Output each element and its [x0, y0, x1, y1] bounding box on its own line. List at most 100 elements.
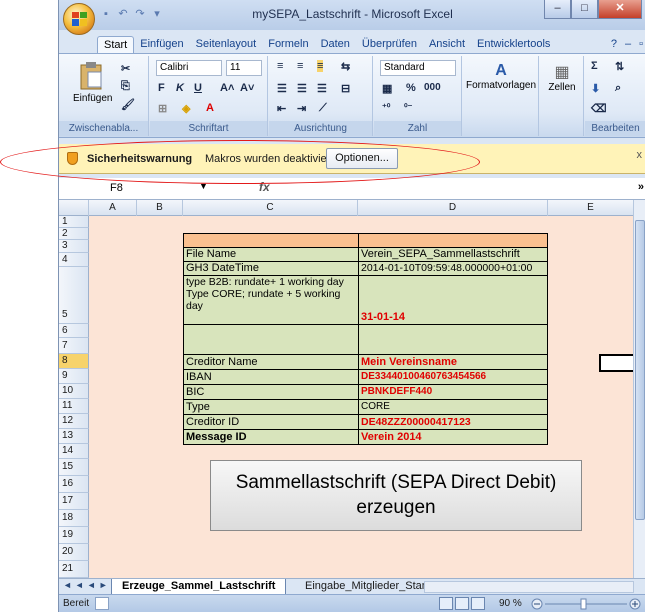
fill-color-icon[interactable]: ◈: [182, 102, 190, 115]
table-label-cell[interactable]: type B2B: rundate+ 1 working day Type CO…: [183, 275, 359, 325]
close-icon[interactable]: x: [637, 149, 643, 161]
borders-icon[interactable]: ⊞: [158, 102, 167, 115]
row-header[interactable]: 10: [59, 384, 89, 399]
vertical-scrollbar[interactable]: [633, 200, 645, 578]
orientation-icon[interactable]: ⟋: [319, 102, 327, 115]
font-name-combo[interactable]: Calibri: [156, 60, 222, 76]
zoom-level[interactable]: 90 %: [499, 598, 522, 609]
paste-button[interactable]: Einfügen: [73, 60, 112, 104]
macro-record-icon[interactable]: [95, 597, 109, 610]
table-value-cell[interactable]: CORE: [358, 399, 548, 415]
column-header[interactable]: D: [358, 200, 548, 216]
table-label-cell[interactable]: Creditor Name: [183, 354, 359, 370]
table-value-cell[interactable]: Verein 2014: [358, 429, 548, 445]
underline-button[interactable]: U: [194, 82, 202, 94]
select-all-corner[interactable]: [59, 200, 89, 216]
table-value-cell[interactable]: DE33440100460763454566: [358, 369, 548, 385]
normal-view-icon[interactable]: [439, 597, 453, 610]
sheet-tab-active[interactable]: Erzeuge_Sammel_Lastschrift: [111, 579, 287, 595]
number-format-combo[interactable]: Standard: [380, 60, 456, 76]
tab-start[interactable]: Start: [97, 36, 135, 54]
increase-decimal-icon[interactable]: ⁺⁰: [382, 102, 390, 113]
row-header[interactable]: 16: [59, 476, 89, 493]
row-header[interactable]: 15: [59, 459, 89, 476]
tab-seitenlayout[interactable]: Seitenlayout: [190, 36, 263, 54]
help-icon[interactable]: ?: [611, 38, 617, 50]
row-header[interactable]: 19: [59, 527, 89, 544]
table-value-cell[interactable]: DE48ZZZ00000417123: [358, 414, 548, 430]
decrease-indent-icon[interactable]: ⇤: [277, 102, 286, 115]
bold-button[interactable]: F: [158, 82, 165, 94]
maximize-button[interactable]: □: [571, 0, 598, 19]
row-header[interactable]: 11: [59, 399, 89, 414]
align-left-icon[interactable]: ☰: [277, 82, 287, 95]
row-header[interactable]: 4: [59, 253, 89, 267]
cut-icon[interactable]: ✂: [121, 62, 130, 75]
table-value-cell[interactable]: 2014-01-10T09:59:48.000000+01:00: [358, 261, 548, 276]
table-label-cell[interactable]: IBAN: [183, 369, 359, 385]
row-header[interactable]: 2: [59, 228, 89, 240]
table-label-cell[interactable]: File Name: [183, 247, 359, 262]
table-empty-cell[interactable]: [183, 324, 359, 355]
table-label-cell[interactable]: Message ID: [183, 429, 359, 445]
row-header[interactable]: 21: [59, 561, 89, 578]
row-header[interactable]: 18: [59, 510, 89, 527]
font-size-combo[interactable]: 11: [226, 60, 262, 76]
sort-filter-icon[interactable]: ⇅: [615, 60, 624, 73]
row-header[interactable]: 17: [59, 493, 89, 510]
table-value-cell[interactable]: Verein_SEPA_Sammellastschrift: [358, 247, 548, 262]
row-header[interactable]: 13: [59, 429, 89, 444]
table-header-cell[interactable]: [183, 233, 359, 248]
currency-icon[interactable]: ▦: [382, 82, 392, 95]
horizontal-scrollbar[interactable]: [424, 581, 634, 593]
align-top-icon[interactable]: ≡: [277, 60, 283, 72]
ribbon-minimize-icon[interactable]: –: [625, 38, 631, 50]
tab-einfuegen[interactable]: Einfügen: [134, 36, 189, 54]
tab-ansicht[interactable]: Ansicht: [423, 36, 471, 54]
merge-cells-icon[interactable]: ⊟: [341, 82, 350, 95]
italic-button[interactable]: K: [176, 82, 184, 94]
row-header[interactable]: 20: [59, 544, 89, 561]
scrollbar-thumb[interactable]: [635, 220, 645, 520]
table-label-cell[interactable]: GH3 DateTime: [183, 261, 359, 276]
tab-ueberpruefen[interactable]: Überprüfen: [356, 36, 423, 54]
shrink-font-icon[interactable]: A˅: [240, 82, 254, 94]
table-header-cell[interactable]: [358, 233, 548, 248]
table-value-cell[interactable]: Mein Vereinsname: [358, 354, 548, 370]
table-label-cell[interactable]: BIC: [183, 384, 359, 400]
selected-cell[interactable]: [599, 354, 634, 372]
row-header[interactable]: 5: [59, 267, 89, 324]
align-right-icon[interactable]: ☰: [317, 82, 327, 95]
page-break-view-icon[interactable]: [471, 597, 485, 610]
worksheet-grid[interactable]: A B C D E 1 2 3 4 5 6 7 8 9 10 11 12 13 …: [59, 200, 634, 578]
row-header[interactable]: 8: [59, 354, 89, 369]
row-header[interactable]: 9: [59, 369, 89, 384]
tab-daten[interactable]: Daten: [315, 36, 356, 54]
percent-button[interactable]: %: [406, 82, 416, 94]
ribbon-restore-icon[interactable]: ▫: [639, 38, 643, 50]
grow-font-icon[interactable]: A˄: [220, 82, 234, 94]
expand-formula-bar-icon[interactable]: »: [638, 181, 644, 193]
cells-button[interactable]: ▦ Zellen: [540, 62, 584, 93]
column-header[interactable]: B: [137, 200, 183, 216]
table-empty-cell[interactable]: [358, 324, 548, 355]
thousands-button[interactable]: 000: [424, 82, 441, 93]
table-label-cell[interactable]: Type: [183, 399, 359, 415]
tab-entwicklertools[interactable]: Entwicklertools: [471, 36, 556, 54]
column-header[interactable]: C: [183, 200, 358, 216]
find-select-icon[interactable]: ⌕: [615, 82, 621, 95]
styles-button[interactable]: A Formatvorlagen: [463, 62, 539, 91]
column-header[interactable]: E: [548, 200, 634, 216]
increase-indent-icon[interactable]: ⇥: [297, 102, 306, 115]
decrease-decimal-icon[interactable]: ⁰⁻: [404, 102, 412, 113]
minimize-button[interactable]: –: [544, 0, 571, 19]
fill-icon[interactable]: ⬇: [591, 82, 600, 95]
format-painter-icon[interactable]: 🖌: [121, 98, 135, 111]
clear-icon[interactable]: ⌫: [591, 102, 607, 115]
row-header[interactable]: 14: [59, 444, 89, 459]
table-label-cell[interactable]: Creditor ID: [183, 414, 359, 430]
wrap-text-icon[interactable]: ⇆: [341, 60, 350, 73]
close-button[interactable]: ✕: [598, 0, 642, 19]
table-value-cell[interactable]: 31-01-14: [358, 275, 548, 325]
zoom-slider[interactable]: [531, 598, 641, 610]
